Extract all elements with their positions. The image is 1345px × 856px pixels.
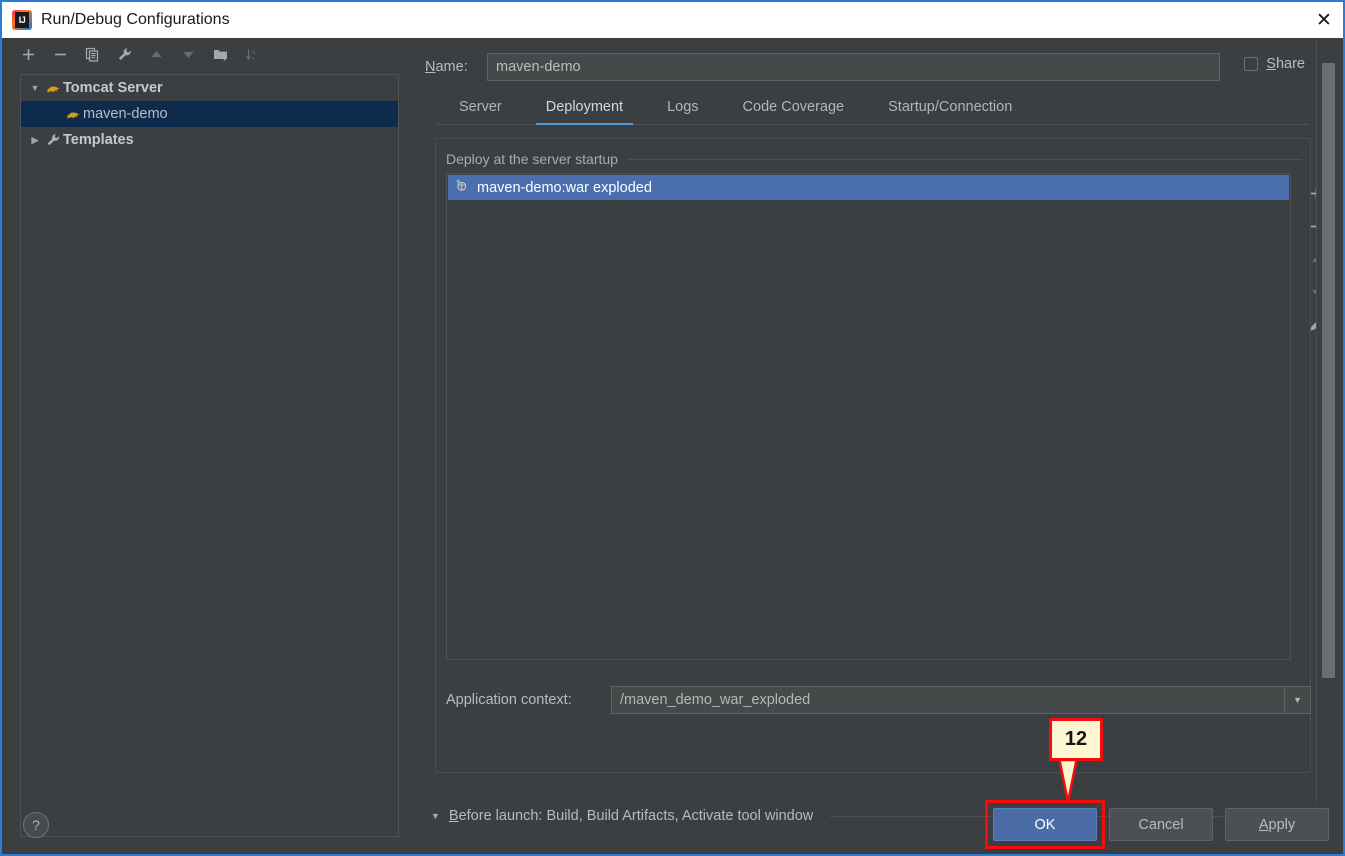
ok-button-wrapper: OK	[985, 800, 1105, 849]
application-context-input[interactable]	[612, 687, 1284, 713]
ok-button[interactable]: OK	[993, 808, 1097, 841]
triangle-down-icon[interactable]: ▼	[431, 811, 440, 821]
vertical-scrollbar[interactable]	[1317, 38, 1341, 803]
cancel-button[interactable]: Cancel	[1109, 808, 1213, 841]
tomcat-icon	[63, 108, 83, 121]
window-title: Run/Debug Configurations	[41, 11, 230, 28]
application-context-row: Application context: ▼	[446, 686, 1312, 714]
tree-item-label: maven-demo	[83, 106, 168, 122]
legend-divider	[627, 158, 1302, 160]
tab-code-coverage[interactable]: Code Coverage	[721, 99, 867, 124]
deploy-legend: Deploy at the server startup	[446, 151, 1302, 167]
artifact-icon	[454, 178, 469, 198]
wrench-icon[interactable]	[116, 46, 133, 63]
svg-text:a: a	[252, 49, 256, 55]
run-debug-configurations-dialog: IJ Run/Debug Configurations ✕ a z ▼ Tomc…	[0, 0, 1345, 856]
triangle-right-icon[interactable]: ▶	[27, 135, 43, 146]
configurations-tree-pane: a z ▼ Tomcat Server ▼	[4, 38, 413, 837]
tree-item-maven-demo[interactable]: ▼ maven-demo	[21, 101, 398, 127]
wrench-icon	[43, 133, 63, 147]
remove-configuration-button[interactable]	[52, 46, 69, 63]
name-label: Name:	[425, 59, 468, 75]
intellij-idea-icon: IJ	[12, 10, 32, 30]
sort-az-icon[interactable]: a z	[244, 46, 261, 63]
tab-server[interactable]: Server	[437, 99, 524, 124]
list-item[interactable]: maven-demo:war exploded	[448, 175, 1289, 200]
dialog-buttons: OK Cancel Apply	[985, 800, 1329, 849]
share-checkbox-row[interactable]: Share	[1244, 56, 1305, 72]
name-row: Name:	[425, 52, 1309, 82]
chevron-down-icon[interactable]: ▼	[1284, 687, 1310, 713]
apply-button[interactable]: Apply	[1225, 808, 1329, 841]
configurations-tree[interactable]: ▼ Tomcat Server ▼	[20, 74, 399, 837]
tree-item-label: Templates	[63, 132, 134, 148]
triangle-down-icon[interactable]: ▼	[27, 83, 43, 93]
tree-item-templates[interactable]: ▶ Templates	[21, 127, 398, 153]
annotation-callout-tail	[1058, 760, 1078, 802]
arrow-down-icon[interactable]	[180, 46, 197, 63]
tab-logs[interactable]: Logs	[645, 99, 720, 124]
share-checkbox[interactable]	[1244, 57, 1259, 71]
deployment-artifacts-list[interactable]: maven-demo:war exploded	[446, 173, 1291, 660]
tree-item-label: Tomcat Server	[63, 80, 163, 96]
tomcat-icon	[43, 82, 63, 95]
add-configuration-button[interactable]	[20, 46, 37, 63]
share-label: Share	[1266, 56, 1305, 72]
list-item-label: maven-demo:war exploded	[477, 179, 652, 196]
deployment-panel: Deploy at the server startup maven-demo:…	[435, 138, 1323, 773]
before-launch-label: Before launch: Build, Build Artifacts, A…	[448, 808, 814, 824]
application-context-label: Application context:	[446, 692, 572, 708]
close-icon[interactable]: ✕	[1301, 2, 1343, 38]
scrollbar-thumb[interactable]	[1322, 63, 1335, 678]
configuration-editor-pane: Name: Share Server Deployment Logs Code …	[413, 38, 1323, 824]
name-input[interactable]	[487, 53, 1220, 81]
tree-item-tomcat-server[interactable]: ▼ Tomcat Server	[21, 75, 398, 101]
help-button[interactable]: ?	[23, 812, 49, 838]
intellij-idea-icon-text: IJ	[15, 12, 29, 28]
before-launch-label-rest: efore launch: Build, Build Artifacts, Ac…	[458, 808, 814, 824]
tab-startup-connection[interactable]: Startup/Connection	[866, 99, 1034, 124]
deploy-legend-label: Deploy at the server startup	[446, 151, 618, 167]
application-context-combobox[interactable]: ▼	[611, 686, 1311, 714]
arrow-up-icon[interactable]	[148, 46, 165, 63]
folder-add-icon[interactable]	[212, 46, 229, 63]
svg-text:z: z	[252, 56, 255, 62]
title-bar: IJ Run/Debug Configurations ✕	[2, 0, 1343, 38]
copy-configuration-button[interactable]	[84, 46, 101, 63]
configuration-tabs: Server Deployment Logs Code Coverage Sta…	[437, 92, 1309, 125]
tab-deployment[interactable]: Deployment	[524, 99, 645, 125]
annotation-step-badge: 12	[1049, 718, 1103, 761]
tree-toolbar: a z	[4, 38, 413, 70]
